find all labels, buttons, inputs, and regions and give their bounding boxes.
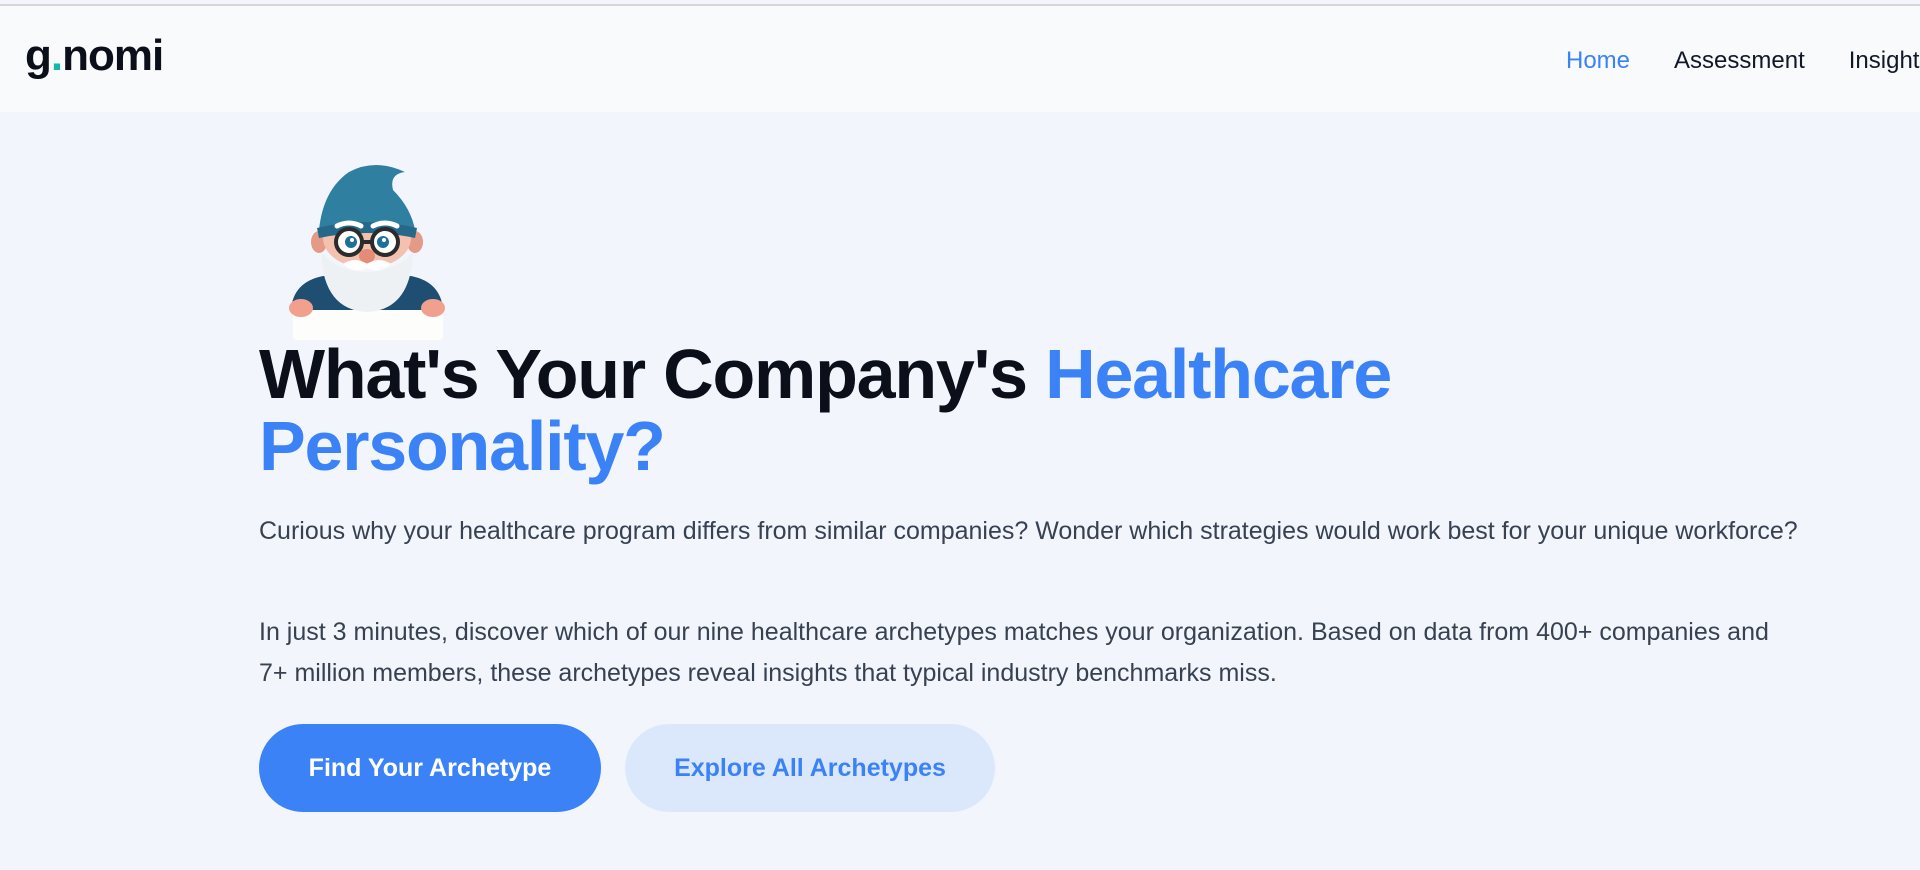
description-paragraph: In just 3 minutes, discover which of our…: [259, 618, 1769, 687]
logo[interactable]: g.nomi: [25, 31, 164, 80]
logo-dot: .: [50, 31, 63, 80]
page-title: What's Your Company's Healthcare Persona…: [259, 338, 1559, 482]
logo-g: g: [25, 31, 52, 80]
nav-link-home[interactable]: Home: [1566, 46, 1630, 76]
find-archetype-button[interactable]: Find Your Archetype: [259, 724, 601, 812]
gnome-mascot-icon: [289, 165, 445, 340]
title-part1: What's Your Company's: [259, 335, 1046, 413]
intro-paragraph: Curious why your healthcare program diff…: [259, 517, 1798, 545]
main-nav: Home Assessment Insights: [1566, 46, 1920, 76]
logo-rest: nomi: [62, 31, 164, 80]
explore-archetypes-button[interactable]: Explore All Archetypes: [625, 724, 995, 812]
nav-link-assessment[interactable]: Assessment: [1674, 46, 1805, 76]
site-header: g.nomi Home Assessment Insights: [0, 6, 1920, 112]
nav-link-insights[interactable]: Insights: [1849, 46, 1920, 76]
